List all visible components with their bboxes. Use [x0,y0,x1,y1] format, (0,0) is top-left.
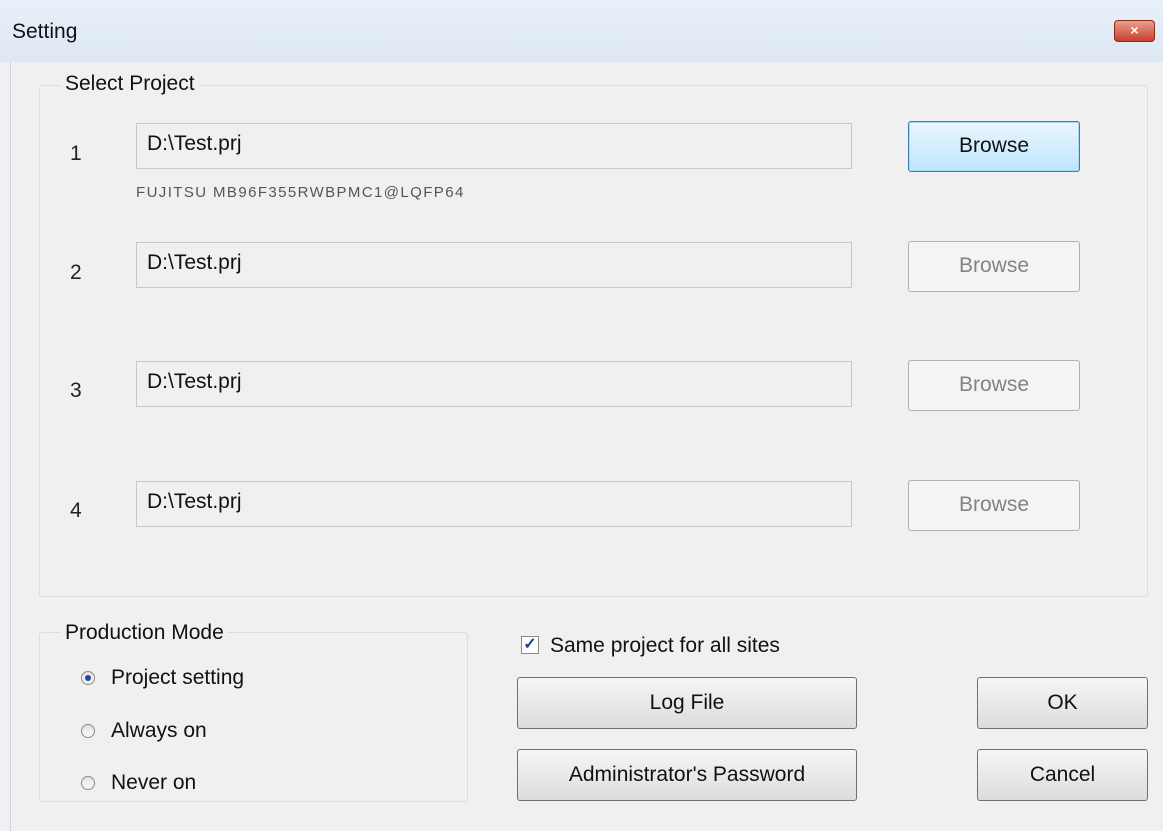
browse-button-2[interactable]: Browse [908,241,1080,292]
select-project-title: Select Project [61,72,199,96]
same-project-label: Same project for all sites [550,634,780,657]
project-path-field-3[interactable]: D:\Test.prj [136,361,852,407]
project-row-number-2: 2 [70,261,82,284]
radio-project-setting-label: Project setting [111,666,245,689]
project-row-number-3: 3 [70,379,82,402]
radio-never-on[interactable]: Never on [81,771,196,795]
project-row-number-1: 1 [70,142,82,165]
close-button[interactable]: × [1114,20,1155,42]
same-project-checkbox[interactable]: ✓ [521,636,539,654]
radio-project-setting-indicator[interactable] [81,671,95,685]
browse-button-4[interactable]: Browse [908,480,1080,531]
project-row-number-4: 4 [70,499,82,522]
setting-dialog: Setting × Select Project 1 D:\Test.prj F… [0,0,1163,831]
project-path-field-4[interactable]: D:\Test.prj [136,481,852,527]
browse-button-1[interactable]: Browse [908,121,1080,172]
chip-info-label: FUJITSU MB96F355RWBPMC1@LQFP64 [136,184,465,201]
log-file-button[interactable]: Log File [517,677,857,729]
project-path-field-2[interactable]: D:\Test.prj [136,242,852,288]
project-path-field-1[interactable]: D:\Test.prj [136,123,852,169]
radio-always-on-indicator[interactable] [81,724,95,738]
radio-always-on-label: Always on [111,719,207,742]
same-project-checkbox-row[interactable]: ✓ Same project for all sites [521,634,780,658]
close-icon: × [1130,22,1139,38]
radio-never-on-label: Never on [111,771,197,794]
title-bar[interactable]: Setting × [0,0,1163,62]
dialog-body: Select Project 1 D:\Test.prj FUJITSU MB9… [10,62,1163,831]
browse-button-3[interactable]: Browse [908,360,1080,411]
production-mode-title: Production Mode [61,621,228,645]
radio-never-on-indicator[interactable] [81,776,95,790]
radio-always-on[interactable]: Always on [81,719,207,743]
cancel-button[interactable]: Cancel [977,749,1148,801]
radio-project-setting[interactable]: Project setting [81,666,244,690]
administrators-password-button[interactable]: Administrator's Password [517,749,857,801]
ok-button[interactable]: OK [977,677,1148,729]
window-title: Setting [12,20,78,43]
